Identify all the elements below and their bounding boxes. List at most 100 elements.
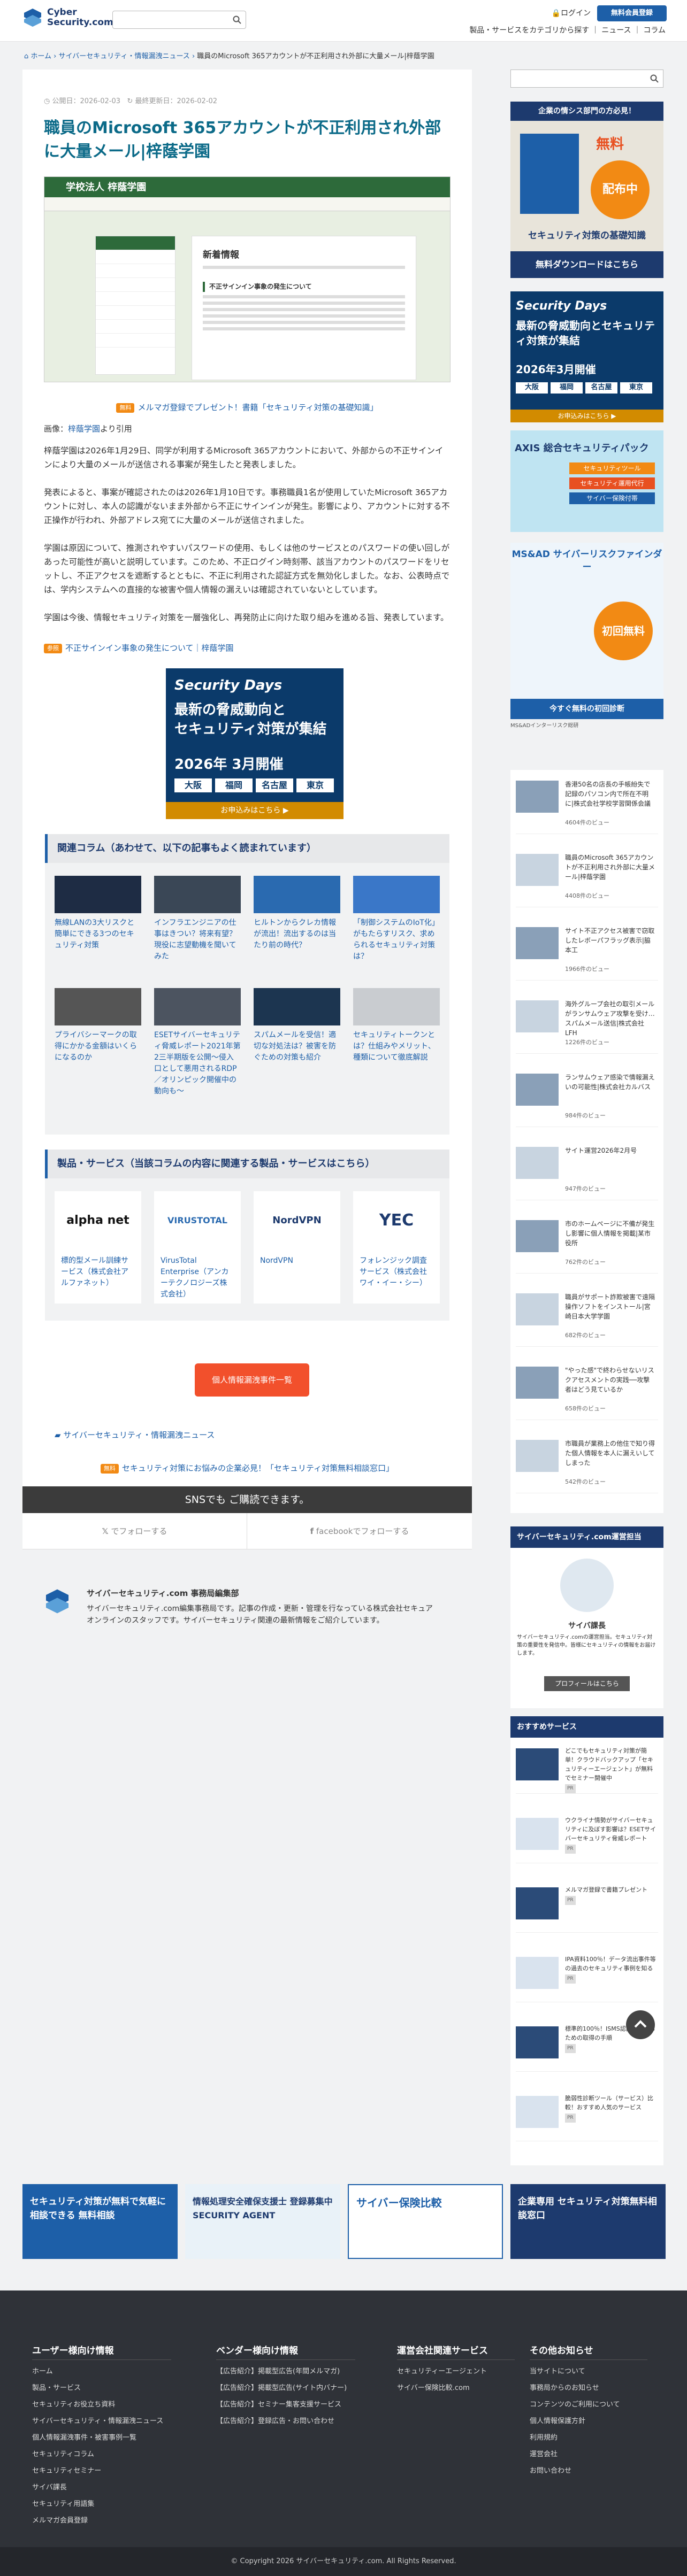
scroll-top-button[interactable] bbox=[626, 2010, 655, 2039]
related-item[interactable]: スパムメールを受信！適切な対処法は？被害を防ぐための対策も紹介 bbox=[254, 988, 340, 1063]
banner-security-agent[interactable]: 情報処理安全確保支援士 登録募集中 SECURITY AGENT bbox=[185, 2184, 340, 2259]
related-item[interactable]: 「制御システムのIoT化」がもたらすリスク、求められるセキュリティ対策は？ bbox=[353, 876, 440, 962]
article-dates: ◷ 公開日：2026-02-03 ↻ 最終更新日：2026-02-02 bbox=[44, 97, 218, 105]
site-footer: ユーザー様向け情報 ホーム 製品・サービス セキュリティお役立ち資料 サイバーセキュリテ… bbox=[0, 2290, 687, 2547]
promo-link[interactable]: 無料 メルマガ登録でプレゼント！書籍「セキュリティ対策の基礎知識」 bbox=[22, 401, 472, 414]
service-item[interactable]: ウクライナ情勢がサイバーセキュリティに及ぼす影響は？ESETサイバーセキュリティ… bbox=[516, 1813, 658, 1863]
news-category-link[interactable]: ▰ サイバーセキュリティ・情報漏洩ニュース bbox=[55, 1429, 215, 1441]
header-subnav[interactable]: 製品・サービスをカテゴリから探す ｜ ニュース ｜ コラム bbox=[469, 25, 666, 36]
product-item[interactable]: YEC フォレンジック調査サービス（株式会社ワイ・イー・シー） bbox=[353, 1191, 440, 1304]
ranking-thumbnail bbox=[516, 1000, 559, 1032]
related-item[interactable]: ESETサイバーセキュリティ脅威レポート2021年第2三半期版を公開〜侵入口とし… bbox=[154, 988, 241, 1097]
related-item[interactable]: ヒルトンからクレカ情報が流出！流出するのは当たり前の時代？ bbox=[254, 876, 340, 951]
breadcrumb-home[interactable]: ホーム bbox=[30, 52, 51, 60]
footer-link[interactable]: セキュリティお役立ち資料 bbox=[32, 2396, 171, 2413]
footer-link[interactable]: サイバー保険比較.com bbox=[397, 2380, 515, 2396]
footer-link[interactable]: コンテンツのご利用について bbox=[530, 2396, 647, 2413]
footer-link[interactable]: 【広告紹介】登録広告・お問い合わせ bbox=[216, 2413, 355, 2430]
ranking-views: 682件のビュー bbox=[565, 1332, 606, 1339]
banner-enterprise-consult[interactable]: 企業専用 セキュリティ対策無料相談窓口 bbox=[510, 2184, 666, 2259]
related-products: 製品・サービス（当該コラムの内容に関連する製品・サービスはこちら） alpha … bbox=[45, 1150, 449, 1321]
security-days-ad[interactable]: Security Days 最新の脅威動向と セキュリティ対策が集結 2026年… bbox=[166, 668, 344, 819]
ranking-item[interactable]: "やった感"で終わらせないリスクアセスメントの実践──攻撃者はどう見ているか 65… bbox=[516, 1361, 658, 1420]
footer-link[interactable]: 運営会社 bbox=[530, 2446, 647, 2463]
facebook-follow-button[interactable]: f facebookでフォローする bbox=[247, 1513, 472, 1549]
sidebar-msad-ad[interactable]: MS&AD サイバーリスクファインダー 初回無料 今すぐ無料の初回診断 bbox=[510, 543, 663, 719]
related-item[interactable]: プライバシーマークの取得にかかる金額はいくらになるのか bbox=[55, 988, 141, 1063]
service-item[interactable]: IPA資料100％！データ流出事件等の過去のセキュリティ事例を知る PR bbox=[516, 1952, 658, 2002]
sidebar-book-ad[interactable]: 企業の情シス部門の方必見！ 無料 配布中 セキュリティ対策の基礎知識 無料ダウン… bbox=[510, 102, 663, 278]
sidebar-ranking: 香港50名の店長の手帳紛失で記録のパソコン内で所在不明に|株式会社学校学習関係会… bbox=[510, 770, 663, 1513]
search-input[interactable] bbox=[112, 11, 246, 29]
footer-link[interactable]: 【広告紹介】掲載型広告(サイト内バナー) bbox=[216, 2380, 355, 2396]
ad-city: 東京 bbox=[296, 778, 334, 792]
source-link[interactable]: 梓蔭学園 bbox=[68, 424, 100, 434]
service-item[interactable]: どこでもセキュリティ対策が簡単！クラウドバックアップ「セキュリティーエージェント… bbox=[516, 1743, 658, 1794]
footer-link[interactable]: 利用規約 bbox=[530, 2430, 647, 2446]
footer-link[interactable]: 製品・サービス bbox=[32, 2380, 171, 2396]
article-title: 職員のMicrosoft 365アカウントが不正利用され外部に大量メール|梓蔭学… bbox=[44, 119, 441, 161]
search-icon[interactable] bbox=[233, 16, 241, 24]
footer-link[interactable]: ホーム bbox=[32, 2363, 171, 2380]
breadcrumb-current: 職員のMicrosoft 365アカウントが不正利用され外部に大量メール|梓蔭学… bbox=[197, 52, 434, 60]
hero-heading: 新着情報 bbox=[203, 250, 239, 260]
related-item[interactable]: インフラエンジニアの仕事はきつい？将来有望？現役に志望動機を聞いてみた bbox=[154, 876, 241, 962]
ranking-item[interactable]: 海外グループ会社の取引メールがランサムウェア攻撃を受け…スパムメール送信|株式会… bbox=[516, 995, 658, 1054]
pr-badge: PR bbox=[565, 1896, 576, 1905]
footer-link[interactable]: 個人情報漏洩事件・被害事例一覧 bbox=[32, 2430, 171, 2446]
footer-link[interactable]: 【広告紹介】掲載型広告(年間メルマガ) bbox=[216, 2363, 355, 2380]
ranking-item[interactable]: 職員がサポート詐欺被害で遠隔操作ソフトをインストール|宮崎日本大学学園 682件の… bbox=[516, 1288, 658, 1347]
related-item[interactable]: セキュリティトークンとは？仕組みやメリット、種類について徹底解説 bbox=[353, 988, 440, 1063]
footer-link[interactable]: サイバーセキュリティ・情報漏洩ニュース bbox=[32, 2413, 171, 2430]
ranking-item[interactable]: 市職員が業務上の他住で知り得た個人情報を本人に漏えいしてしまった 542件のビュー bbox=[516, 1434, 658, 1493]
search-icon[interactable] bbox=[650, 74, 659, 83]
x-follow-button[interactable]: 𝕏 でフォローする bbox=[22, 1513, 247, 1549]
ad-headline-2: セキュリティ対策が集結 bbox=[174, 721, 327, 737]
related-item[interactable]: 無線LANの3大リスクと簡単にできる3つのセキュリティ対策 bbox=[55, 876, 141, 951]
site-logo[interactable]: Cyber Security.com bbox=[22, 7, 113, 28]
ranking-item[interactable]: 職員のMicrosoft 365アカウントが不正利用され外部に大量メール|梓蔭学… bbox=[516, 849, 658, 907]
product-item[interactable]: alpha net 標的型メール訓練サービス（株式会社アルファネット） bbox=[55, 1191, 141, 1304]
ranking-item[interactable]: ランサムウェア感染で情報漏えいの可能性|株式会社カルバス 984件のビュー bbox=[516, 1068, 658, 1127]
sidebar-security-days-ad[interactable]: Security Days 最新の脅威動向とセキュリティ対策が集結 2026年3… bbox=[510, 291, 663, 422]
hero-school-name: 学校法人 梓蔭学園 bbox=[66, 182, 147, 193]
footer-link[interactable]: サイバ課長 bbox=[32, 2479, 171, 2496]
service-title: 脆弱性診断ツール（サービス）比較！おすすめ人気のサービス PR bbox=[565, 2094, 656, 2123]
footer-link[interactable]: セキュリティセミナー bbox=[32, 2463, 171, 2479]
mascot-profile-button[interactable]: プロフィールはこちら bbox=[544, 1676, 630, 1691]
ranking-title: "やった感"で終わらせないリスクアセスメントの実践──攻撃者はどう見ているか bbox=[565, 1367, 654, 1393]
breadcrumb-parent[interactable]: サイバーセキュリティ・情報漏洩ニュース bbox=[59, 52, 190, 60]
register-button[interactable]: 無料会員登録 bbox=[597, 5, 667, 21]
footer-link[interactable]: お問い合わせ bbox=[530, 2463, 647, 2479]
login-link[interactable]: 🔒ログイン bbox=[552, 7, 591, 19]
pr-badge: PR bbox=[565, 2114, 576, 2123]
product-item[interactable]: VIRUSTOTAL VirusTotal Enterprise（アンカーテクノロ… bbox=[154, 1191, 241, 1304]
leak-list-button[interactable]: 個人情報漏洩事件一覧 bbox=[195, 1363, 309, 1397]
consult-link[interactable]: 無料 セキュリティ対策にお悩みの企業必見！「セキュリティ対策無料相談窓口」 bbox=[22, 1462, 472, 1475]
ranking-item[interactable]: サイト運営2026年2月号 947件のビュー bbox=[516, 1142, 658, 1200]
ad-brand: Security Days bbox=[174, 677, 283, 693]
footer-link[interactable]: メルマガ会員登録 bbox=[32, 2512, 171, 2529]
service-title: どこでもセキュリティ対策が簡単！クラウドバックアップ「セキュリティーエージェント… bbox=[565, 1746, 656, 1793]
footer-link[interactable]: 事務局からのお知らせ bbox=[530, 2380, 647, 2396]
banner-free-consult[interactable]: セキュリティ対策が無料で気軽に相談できる 無料相談 bbox=[22, 2184, 178, 2259]
ranking-item[interactable]: 市のホームページに不備が発生し影響に個人情報を掲載|某市役所 762件のビュー bbox=[516, 1215, 658, 1274]
footer-link[interactable]: セキュリティコラム bbox=[32, 2446, 171, 2463]
ranking-title: サイト不正アクセス被害で窃取したレボーパフラッグ表示|脇本工 bbox=[565, 927, 655, 954]
service-item[interactable]: 脆弱性診断ツール（サービス）比較！おすすめ人気のサービス PR bbox=[516, 2091, 658, 2141]
footer-link[interactable]: 当サイトについて bbox=[530, 2363, 647, 2380]
sidebar-search-input[interactable] bbox=[510, 70, 663, 88]
facebook-icon: f bbox=[310, 1526, 314, 1536]
ranking-item[interactable]: サイト不正アクセス被害で窃取したレボーパフラッグ表示|脇本工 1966件のビュー bbox=[516, 922, 658, 981]
reference-link[interactable]: 参照 不正サインイン事象の発生について｜梓蔭学園 bbox=[44, 642, 234, 654]
footer-link[interactable]: 【広告紹介】セミナー集客支援サービス bbox=[216, 2396, 355, 2413]
footer-link[interactable]: 個人情報保護方針 bbox=[530, 2413, 647, 2430]
sidebar-axis-ad[interactable]: AXIS 総合セキュリティパック セキュリティツール セキュリティ運用代行 サイ… bbox=[510, 430, 663, 532]
product-item[interactable]: NordVPN NordVPN bbox=[254, 1191, 340, 1304]
footer-link[interactable]: セキュリティーエージェント bbox=[397, 2363, 515, 2380]
service-item[interactable]: メルマガ登録で書籍プレゼント PR bbox=[516, 1882, 658, 1933]
footer-link[interactable]: セキュリティ用語集 bbox=[32, 2496, 171, 2512]
pr-badge: PR bbox=[565, 1784, 576, 1793]
ranking-item[interactable]: 香港50名の店長の手帳紛失で記録のパソコン内で所在不明に|株式会社学校学習関係会… bbox=[516, 775, 658, 834]
banner-cyber-insurance[interactable]: サイバー保険比較 bbox=[348, 2184, 503, 2259]
